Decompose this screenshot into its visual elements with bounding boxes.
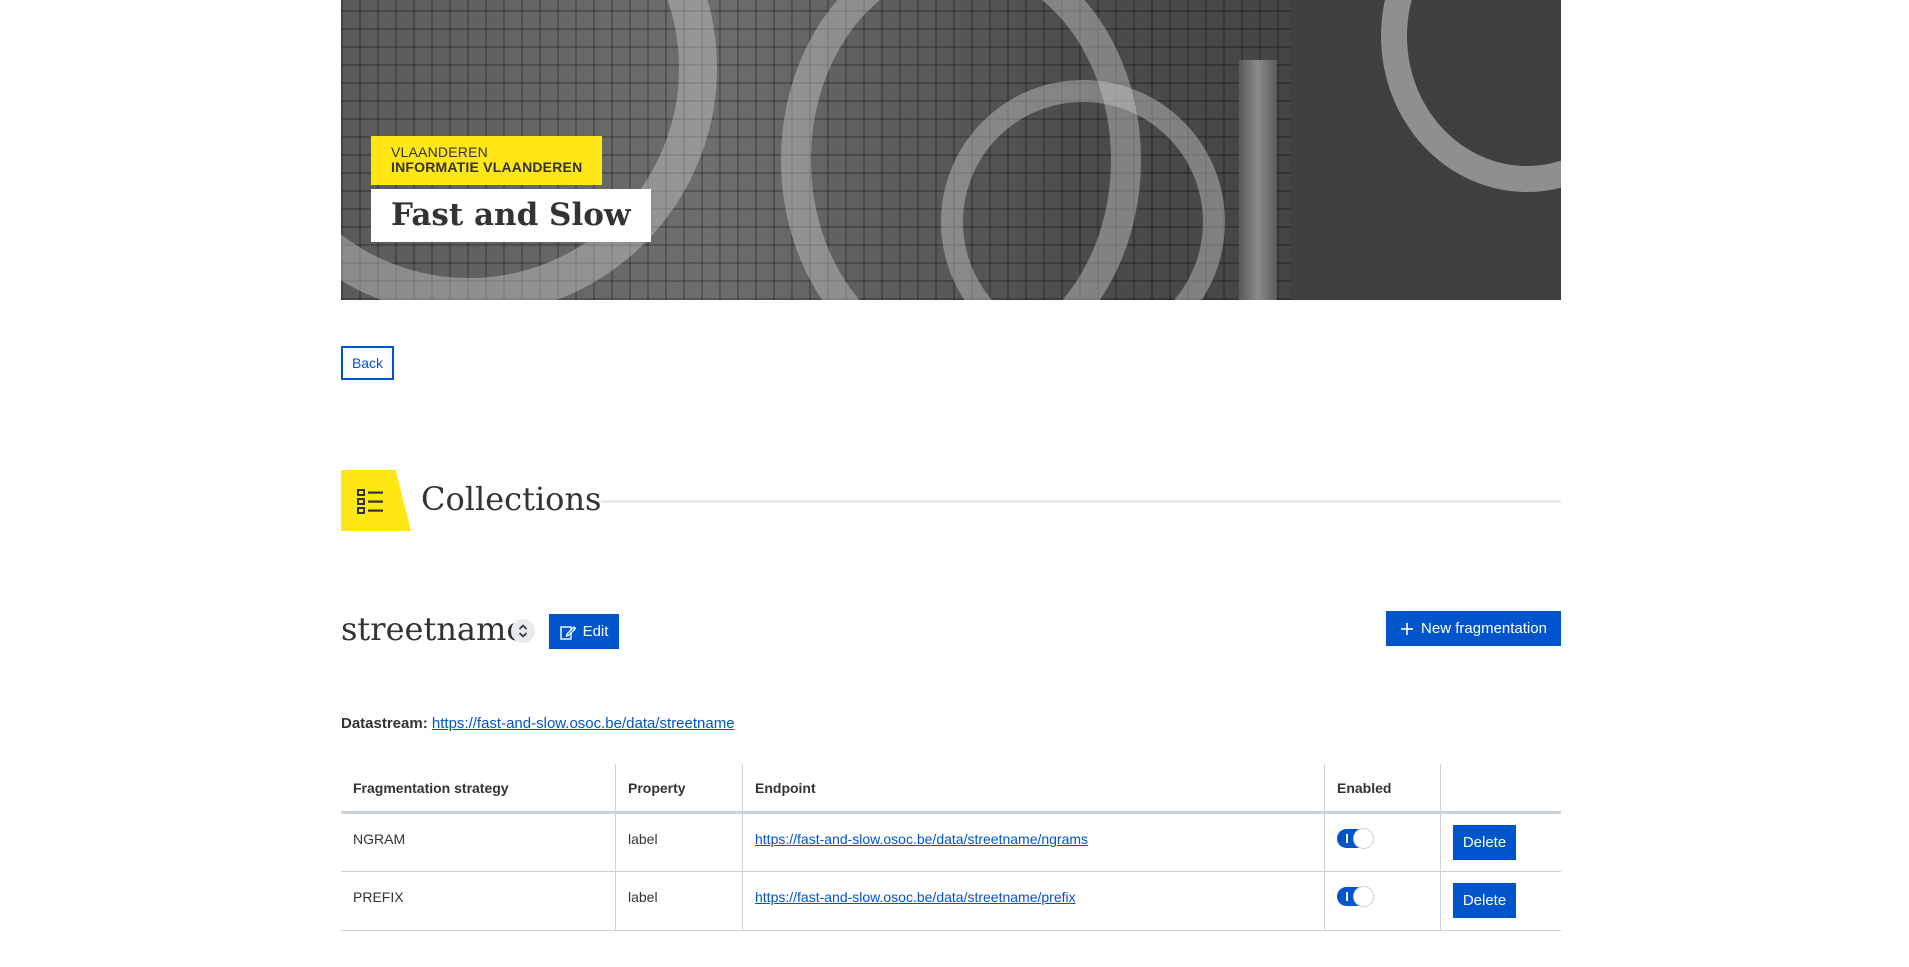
section-title: Collections — [421, 480, 602, 518]
column-header: Fragmentation strategy — [341, 764, 616, 814]
property-cell: label — [615, 812, 743, 872]
column-header — [1440, 764, 1561, 814]
chevron-up-down-icon — [518, 624, 528, 638]
endpoint-cell: https://fast-and-slow.osoc.be/data/stree… — [742, 871, 1325, 931]
datastream-label: Datastream: — [341, 715, 428, 732]
strategy-cell: PREFIX — [341, 871, 616, 931]
table-row: PREFIX label https://fast-and-slow.osoc.… — [341, 871, 1561, 931]
property-cell: label — [615, 871, 743, 931]
back-button[interactable]: Back — [341, 346, 394, 380]
sort-icon[interactable] — [511, 619, 535, 643]
datastream-info: Datastream: https://fast-and-slow.osoc.b… — [341, 715, 735, 732]
new-fragmentation-label: New fragmentation — [1421, 620, 1547, 637]
organisation-top: VLAANDEREN — [391, 144, 488, 160]
edit-icon — [559, 625, 576, 640]
section-divider — [601, 500, 1561, 503]
column-header: Property — [615, 764, 743, 814]
edit-button[interactable]: Edit — [549, 614, 619, 649]
actions-cell: Delete — [1440, 812, 1561, 872]
list-icon — [357, 489, 383, 514]
delete-button[interactable]: Delete — [1453, 883, 1516, 918]
delete-button[interactable]: Delete — [1453, 825, 1516, 860]
edit-label: Edit — [582, 623, 609, 640]
page-title: Fast and Slow — [371, 189, 651, 242]
table-row: NGRAM label https://fast-and-slow.osoc.b… — [341, 812, 1561, 872]
collection-title: streetname — [341, 610, 526, 648]
endpoint-link[interactable]: https://fast-and-slow.osoc.be/data/stree… — [755, 889, 1076, 905]
organisation-bottom: INFORMATIE VLAANDEREN — [391, 159, 583, 175]
strategy-cell: NGRAM — [341, 812, 616, 872]
endpoint-link[interactable]: https://fast-and-slow.osoc.be/data/stree… — [755, 831, 1088, 847]
enabled-cell — [1324, 812, 1441, 872]
enabled-toggle[interactable] — [1337, 886, 1374, 907]
plus-icon — [1401, 622, 1414, 635]
section-header: Collections — [341, 470, 1561, 531]
table-header-row: Fragmentation strategy Property Endpoint… — [341, 764, 1561, 814]
new-fragmentation-button[interactable]: New fragmentation — [1386, 611, 1561, 646]
datastream-link[interactable]: https://fast-and-slow.osoc.be/data/stree… — [432, 715, 735, 732]
column-header: Endpoint — [742, 764, 1325, 814]
organisation-badge: VLAANDEREN INFORMATIE VLAANDEREN — [371, 136, 603, 185]
column-header: Enabled — [1324, 764, 1441, 814]
hero-header: VLAANDEREN INFORMATIE VLAANDEREN Fast an… — [371, 136, 651, 242]
fragmentation-table: Fragmentation strategy Property Endpoint… — [341, 764, 1561, 931]
actions-cell: Delete — [1440, 871, 1561, 931]
enabled-cell — [1324, 871, 1441, 931]
endpoint-cell: https://fast-and-slow.osoc.be/data/stree… — [742, 812, 1325, 872]
enabled-toggle[interactable] — [1337, 828, 1374, 849]
